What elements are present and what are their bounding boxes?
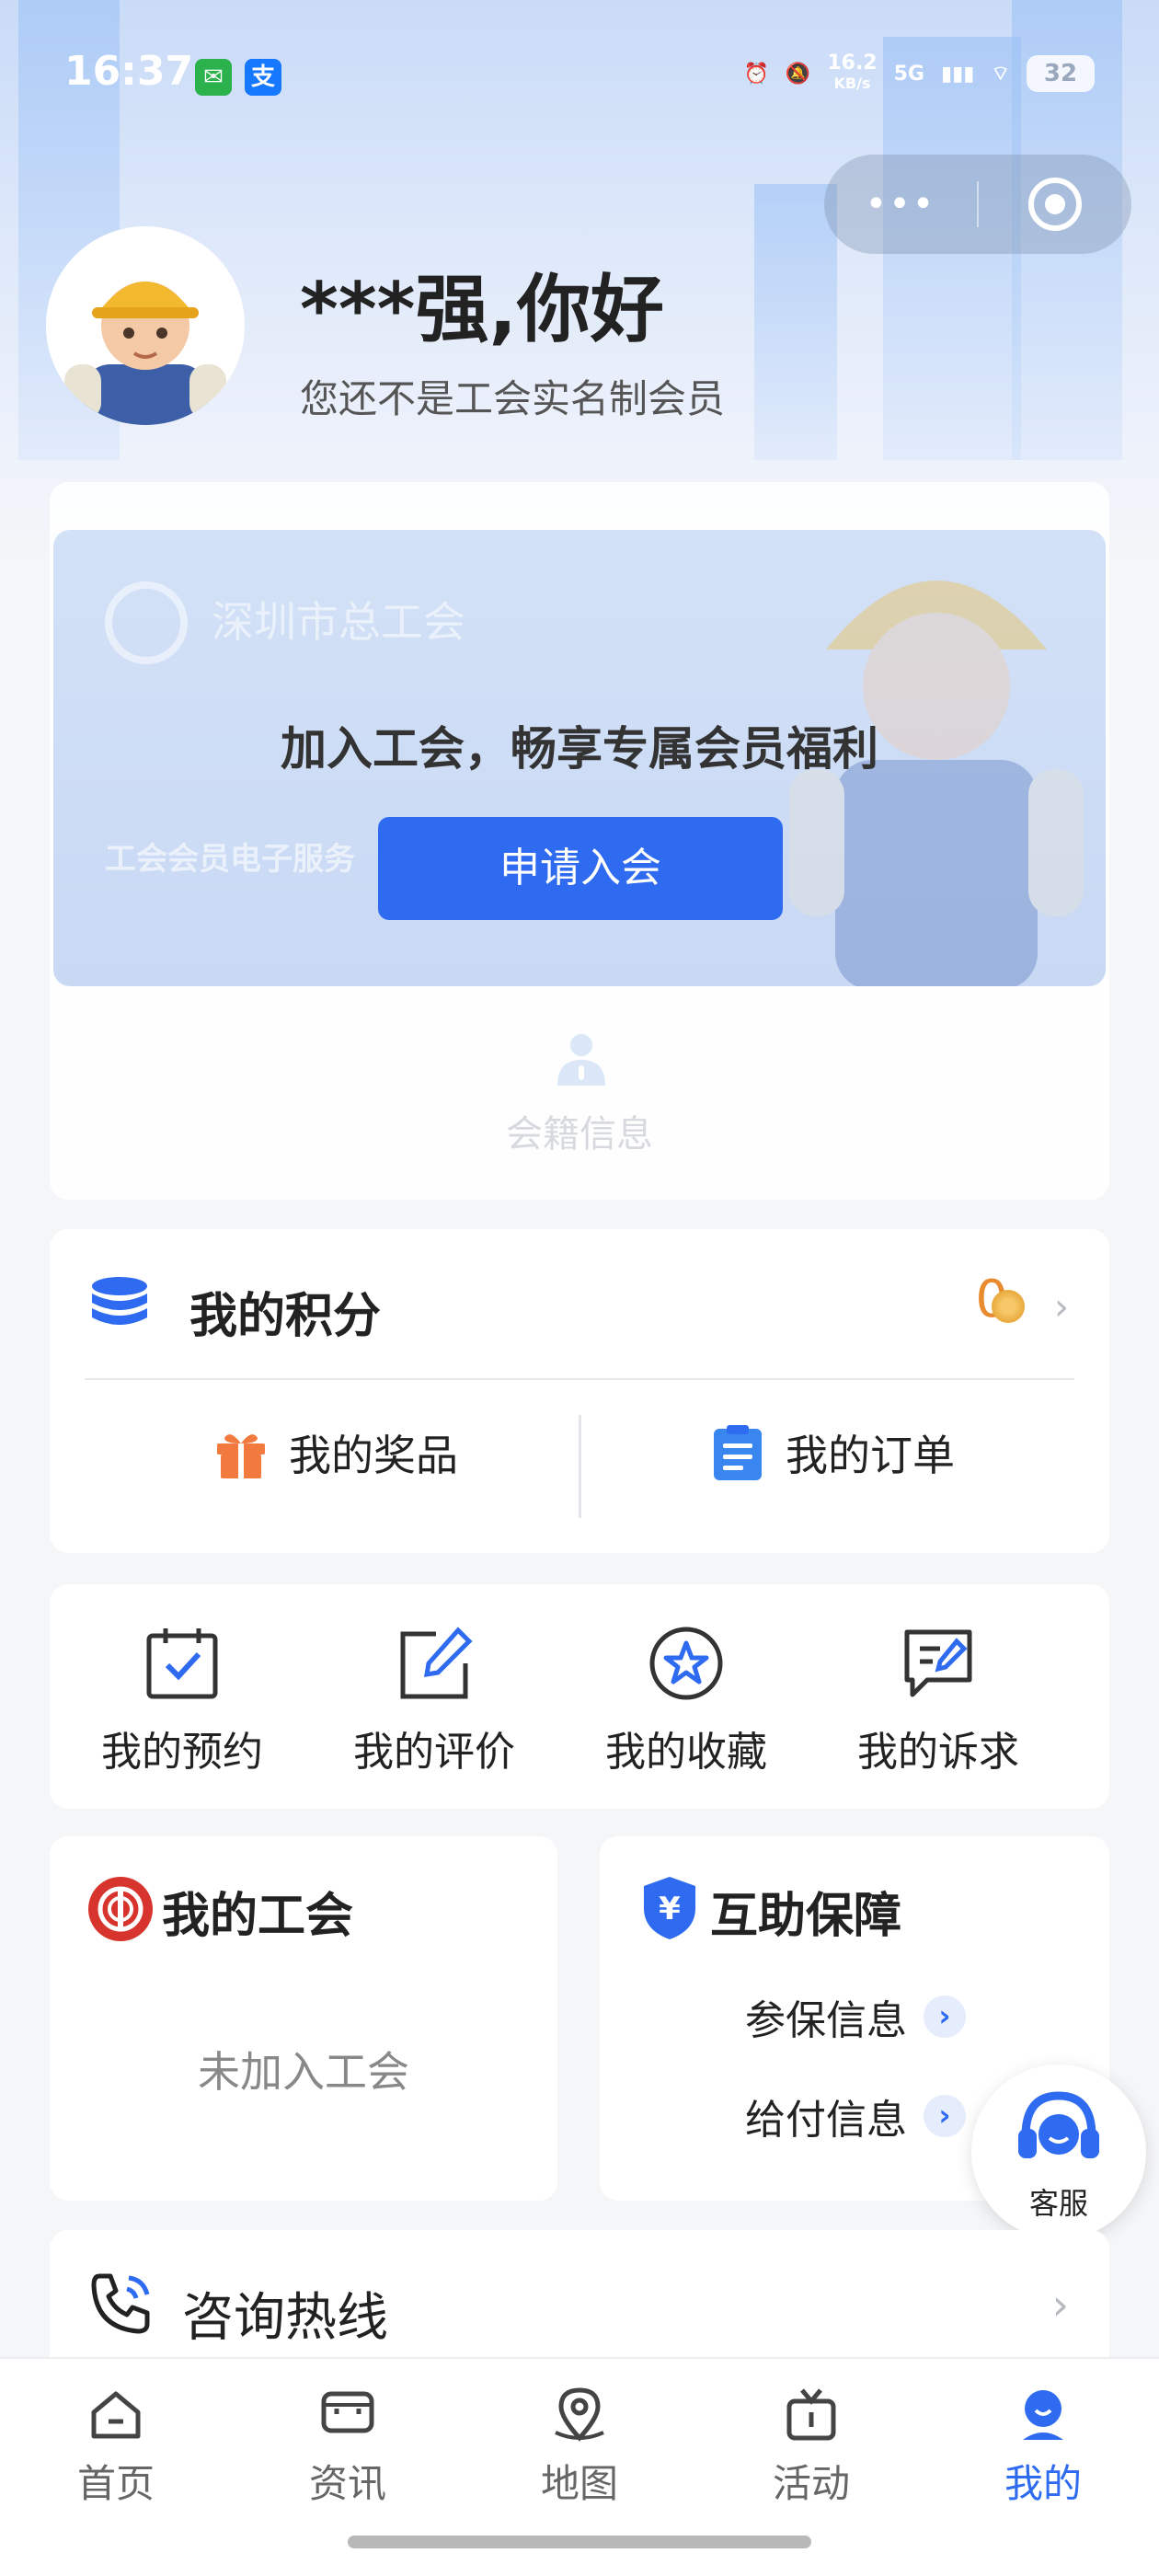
home-indicator — [348, 2536, 811, 2548]
my-prizes-button[interactable]: 我的奖品 — [213, 1422, 458, 1483]
message-edit-icon — [904, 1629, 972, 1697]
apply-membership-button[interactable]: 申请入会 — [378, 817, 783, 920]
phone-icon — [91, 2273, 150, 2334]
my-prizes-label: 我的奖品 — [289, 1431, 458, 1480]
payout-info-button[interactable]: 给付信息 › — [745, 2087, 966, 2145]
map-pin-icon — [555, 2387, 604, 2442]
tab-map[interactable]: 地图 — [464, 2385, 695, 2509]
status-bar: 16:37 ✉ 支 ⏰ 🔕 16.2 KB/s 5G ▮▮▮ ⌔ 32 — [0, 0, 1159, 147]
target-icon — [1027, 178, 1082, 231]
gift-icon — [217, 1434, 265, 1478]
home-icon — [91, 2391, 141, 2439]
customer-service-label: 客服 — [1028, 2186, 1088, 2221]
coins-stack-icon — [92, 1277, 147, 1325]
wifi-icon: ⌔ — [991, 63, 1010, 86]
insurance-info-button[interactable]: 参保信息 › — [745, 1987, 966, 2046]
my-orders-label: 我的订单 — [786, 1431, 955, 1480]
points-chevron-right-icon[interactable]: › — [1054, 1286, 1069, 1328]
ecard-brand: 深圳市总工会 — [212, 597, 465, 647]
wechat-icon: ✉ — [195, 59, 232, 96]
quick-action-label: 我的评价 — [353, 1729, 515, 1776]
star-icon — [649, 1627, 723, 1700]
greeting: ***强,你好 — [300, 267, 664, 352]
network-speed: 16.2 — [827, 52, 878, 75]
more-options-button[interactable]: ••• — [824, 183, 977, 225]
union-emblem-icon — [105, 581, 188, 664]
chevron-right-icon: › — [924, 2095, 966, 2137]
activity-icon — [786, 2388, 836, 2441]
headset-icon — [1018, 2091, 1099, 2158]
quick-action-label: 我的预约 — [101, 1729, 263, 1776]
vertical-divider — [579, 1415, 581, 1518]
news-icon — [321, 2391, 374, 2433]
coin-icon — [992, 1290, 1025, 1323]
order-list-icon — [714, 1425, 762, 1480]
alipay-icon: 支 — [245, 59, 281, 96]
tab-activity[interactable]: 活动 — [695, 2385, 927, 2509]
tab-label: 资讯 — [308, 2461, 386, 2506]
tab-label: 我的 — [1004, 2461, 1082, 2506]
shield-yuan-icon: ¥ — [644, 1877, 695, 1939]
calendar-check-icon — [146, 1628, 218, 1699]
mute-bell-icon: 🔕 — [785, 62, 811, 86]
my-union-title: 我的工会 — [162, 1889, 354, 1944]
quick-actions-card: 我的预约 我的评价 我的收藏 我的诉求 — [50, 1584, 1109, 1809]
insurance-info-label: 参保信息 — [745, 1997, 907, 2044]
mini-program-capsule: ••• — [824, 155, 1131, 254]
status-indicators: ⏰ 🔕 16.2 KB/s 5G ▮▮▮ ⌔ 32 — [744, 53, 1095, 94]
payout-info-label: 给付信息 — [745, 2097, 907, 2144]
my-reviews-button[interactable]: 我的评价 — [302, 1625, 567, 1777]
signal-bars-icon: ▮▮▮ — [940, 62, 975, 86]
avatar[interactable] — [46, 226, 245, 425]
ecard-service-name: 工会会员电子服务 — [105, 841, 355, 878]
edit-icon — [400, 1627, 473, 1699]
mutual-aid-title: 互助保障 — [710, 1889, 902, 1944]
points-card: 我的积分 0 › 我的奖品 我的订单 — [50, 1229, 1109, 1553]
my-favorites-button[interactable]: 我的收藏 — [554, 1625, 819, 1777]
member-ecard: 深圳市总工会 工会会员电子服务 加入工会，畅享专属会员福利 申请入会 — [53, 530, 1106, 986]
network-unit: KB/s — [833, 75, 871, 92]
tab-label: 地图 — [540, 2461, 618, 2506]
union-logo-icon — [88, 1877, 153, 1941]
worker-avatar-icon — [64, 282, 226, 425]
chevron-right-icon: › — [1051, 2280, 1069, 2329]
signal-label: 5G — [893, 62, 924, 86]
member-card: 深圳市总工会 工会会员电子服务 加入工会，畅享专属会员福利 申请入会 会籍信息 — [50, 482, 1109, 1200]
membership-info-label[interactable]: 会籍信息 — [50, 1104, 1109, 1157]
quick-action-label: 我的诉求 — [857, 1729, 1019, 1776]
hotline-title: 咨询热线 — [182, 2288, 388, 2348]
tab-profile[interactable]: 我的 — [927, 2385, 1159, 2509]
join-prompt: 加入工会，畅享专属会员福利 — [281, 722, 878, 776]
profile-icon — [1023, 2390, 1063, 2440]
my-union-card[interactable]: 我的工会 未加入工会 — [50, 1836, 557, 2201]
alarm-icon: ⏰ — [743, 62, 769, 86]
close-mini-program-button[interactable] — [979, 176, 1131, 233]
divider — [85, 1378, 1074, 1380]
chevron-right-icon: › — [924, 1995, 966, 2038]
my-union-empty: 未加入工会 — [198, 2047, 409, 2097]
tab-home[interactable]: 首页 — [0, 2385, 232, 2509]
svg-text:¥: ¥ — [659, 1891, 681, 1927]
my-orders-button[interactable]: 我的订单 — [710, 1422, 955, 1483]
my-requests-button[interactable]: 我的诉求 — [806, 1625, 1071, 1777]
status-time: 16:37 — [64, 48, 194, 95]
battery-indicator: 32 — [1027, 55, 1095, 92]
my-appointments-button[interactable]: 我的预约 — [50, 1625, 315, 1777]
points-title[interactable]: 我的积分 — [189, 1277, 381, 1346]
customer-service-button[interactable]: 客服 — [971, 2064, 1146, 2239]
person-info-icon — [557, 1034, 605, 1086]
quick-action-label: 我的收藏 — [605, 1729, 767, 1776]
tab-news[interactable]: 资讯 — [232, 2385, 464, 2509]
member-status: 您还不是工会实名制会员 — [300, 376, 726, 421]
tab-label: 首页 — [76, 2461, 155, 2506]
tab-label: 活动 — [772, 2461, 850, 2506]
